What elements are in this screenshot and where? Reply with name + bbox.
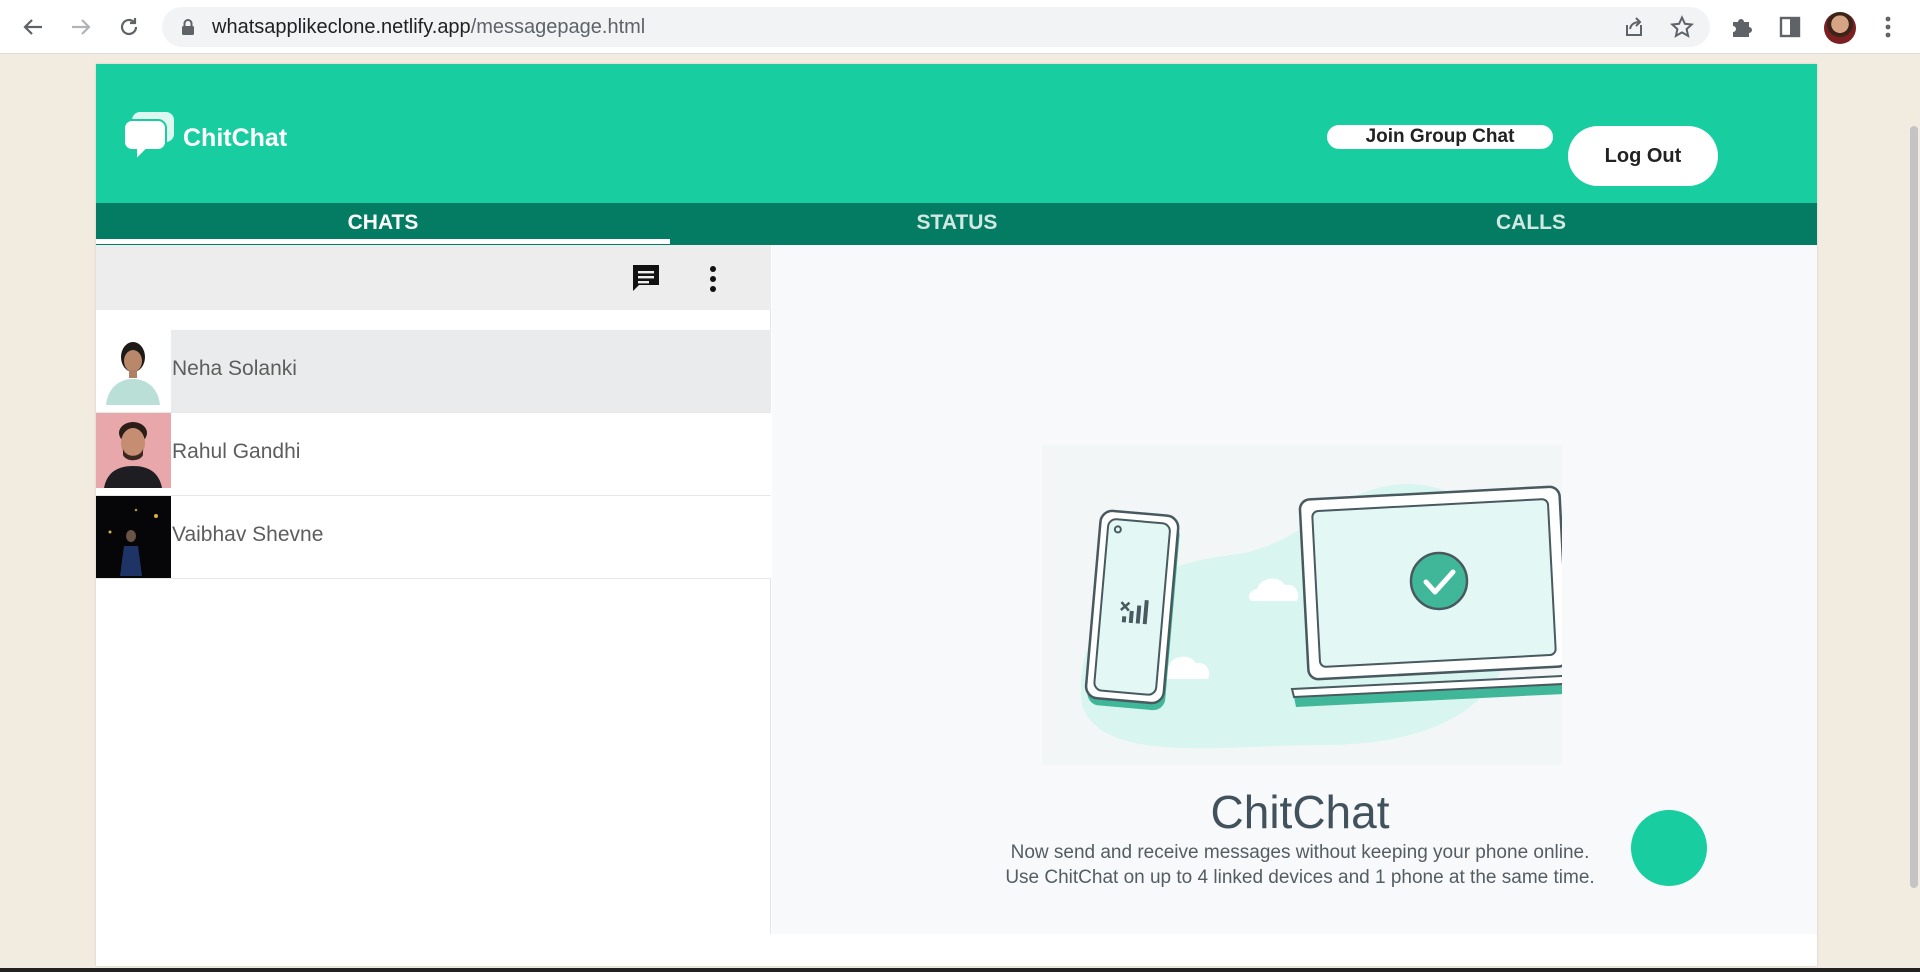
floating-action-button[interactable] (1631, 810, 1707, 886)
kebab-menu-icon[interactable] (1874, 13, 1902, 41)
tab-status[interactable]: STATUS (670, 203, 1244, 245)
reload-icon[interactable] (114, 12, 144, 42)
url-text: whatsapplikeclone.netlify.app/messagepag… (212, 16, 645, 39)
chat-bubbles-logo-icon (124, 112, 174, 162)
chat-name: Rahul Gandhi (172, 440, 301, 463)
logout-button[interactable]: Log Out (1568, 126, 1718, 186)
avatar (96, 413, 171, 495)
page-scrollbar[interactable] (1910, 126, 1918, 888)
back-arrow-icon[interactable] (18, 12, 48, 42)
chat-list-toolbar (96, 245, 771, 310)
tab-calls[interactable]: CALLS (1244, 203, 1818, 245)
profile-avatar[interactable] (1824, 12, 1856, 44)
star-icon[interactable] (1670, 15, 1694, 39)
menu-dots-icon[interactable] (708, 265, 718, 293)
brand-name: ChitChat (183, 124, 288, 152)
chat-item-vaibhav-shevne[interactable]: Vaibhav Shevne (96, 496, 771, 579)
new-chat-icon[interactable] (630, 262, 662, 294)
browser-toolbar: whatsapplikeclone.netlify.app/messagepag… (0, 0, 1920, 54)
address-bar[interactable]: whatsapplikeclone.netlify.app/messagepag… (162, 7, 1710, 47)
app-header: ChitChat Join Group Chat Log Out (96, 64, 1817, 203)
chat-name: Vaibhav Shevne (172, 523, 324, 546)
chat-item-neha-solanki[interactable]: Neha Solanki (96, 330, 771, 413)
linked-devices-illustration (1042, 445, 1562, 765)
side-panel-icon[interactable] (1776, 13, 1804, 41)
avatar (96, 330, 171, 412)
puzzle-icon[interactable] (1728, 13, 1756, 41)
active-tab-indicator (96, 239, 670, 244)
join-group-chat-button[interactable]: Join Group Chat (1327, 125, 1553, 149)
url-path: /messagepage.html (470, 16, 646, 38)
lock-icon[interactable] (180, 18, 196, 36)
chat-list-panel: Neha Solanki Rahul Gandhi Vaibhav Shevne (96, 245, 771, 934)
avatar (96, 496, 171, 578)
chat-name: Neha Solanki (172, 357, 297, 380)
bottom-edge (0, 968, 1920, 972)
forward-arrow-icon[interactable] (66, 12, 96, 42)
url-domain: whatsapplikeclone.netlify.app (212, 16, 471, 38)
chitchat-app: ChitChat Join Group Chat Log Out CHATS S… (96, 64, 1817, 966)
chat-item-rahul-gandhi[interactable]: Rahul Gandhi (96, 413, 771, 496)
share-icon[interactable] (1622, 15, 1646, 39)
